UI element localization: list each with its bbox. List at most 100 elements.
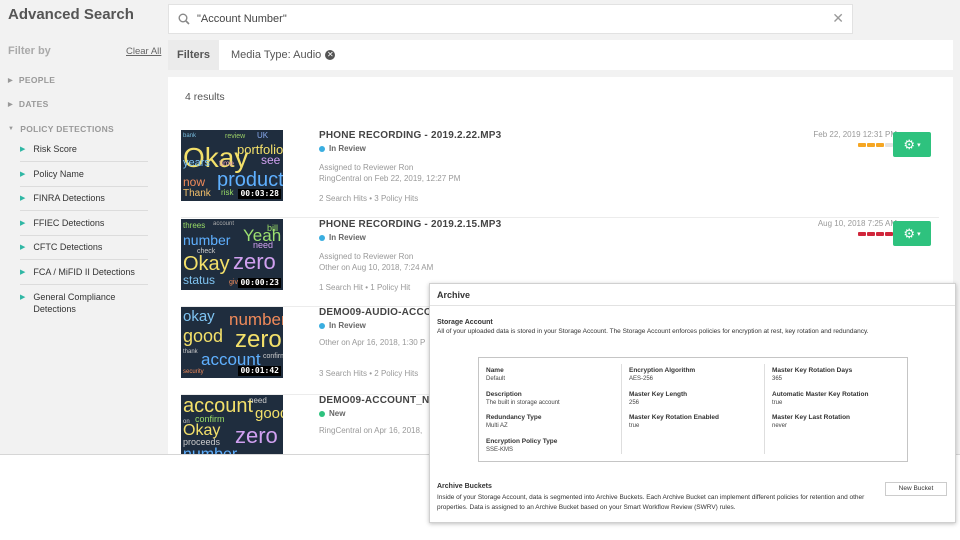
gear-icon: ⚙ — [903, 226, 916, 241]
active-filters-bar: Filters Media Type: Audio ✕ — [168, 40, 953, 70]
field-value: Multi AZ — [486, 423, 508, 429]
sidebar-item-label: Risk Score — [33, 144, 77, 154]
result-meta: RingCentral on Apr 16, 2018, — [319, 425, 422, 436]
caret-right-icon: ▶ — [20, 220, 26, 227]
status-label: New — [329, 409, 346, 418]
caret-right-icon: ▶ — [8, 101, 13, 108]
field-master-key-rotation-enabled: Master Key Rotation Enabled true — [629, 414, 719, 430]
actions-gear-button[interactable]: ⚙ ▾ — [893, 132, 931, 157]
sidebar-item-finra[interactable]: ▶ FINRA Detections — [20, 192, 150, 205]
result-title[interactable]: PHONE RECORDING - 2019.2.22.MP3 — [319, 130, 501, 141]
caret-right-icon: ▶ — [20, 294, 26, 301]
result-meta: Assigned to Reviewer Ron RingCentral on F… — [319, 162, 460, 184]
field-label: Description — [486, 391, 522, 398]
field-label: Automatic Master Key Rotation — [772, 391, 869, 398]
filter-chip-media-type[interactable]: Media Type: Audio ✕ — [231, 49, 336, 61]
clear-all-link[interactable]: Clear All — [126, 46, 161, 57]
status-dot — [319, 322, 325, 329]
search-input[interactable]: "Account Number" ✕ — [168, 4, 853, 34]
caret-right-icon: ▶ — [20, 146, 26, 153]
storage-account-details: Name Default Description The built in stor… — [478, 357, 908, 462]
result-meta: Other on Apr 16, 2018, 1:30 P — [319, 337, 425, 348]
field-description: Description The built in storage account — [486, 391, 560, 407]
field-label: Encryption Policy Type — [486, 438, 558, 445]
field-master-key-length: Master Key Length 256 — [629, 391, 687, 407]
result-title[interactable]: PHONE RECORDING - 2019.2.15.MP3 — [319, 219, 501, 230]
field-label: Master Key Rotation Enabled — [629, 414, 719, 421]
divider — [20, 235, 148, 236]
field-encryption-policy-type: Encryption Policy Type SSE-KMS — [486, 438, 557, 454]
result-date: Feb 22, 2019 12:31 PM — [813, 130, 897, 139]
sidebar-item-label: General Compliance Detections — [33, 292, 116, 314]
field-label: Encryption Algorithm — [629, 367, 696, 374]
sidebar-item-fca-mifid[interactable]: ▶ FCA / MiFID II Detections — [20, 266, 150, 279]
result-row[interactable]: bank review UK Okay portfolio years time… — [181, 130, 943, 218]
assigned-text: Assigned to Reviewer Ron — [319, 163, 414, 172]
divider — [20, 210, 148, 211]
field-encryption-algorithm: Encryption Algorithm AES-256 — [629, 367, 695, 383]
actions-gear-button[interactable]: ⚙ ▾ — [893, 221, 931, 246]
word-cloud-thumbnail[interactable]: bank review UK Okay portfolio years time… — [181, 130, 283, 201]
sidebar-item-label: FCA / MiFID II Detections — [33, 267, 135, 277]
field-value: never — [772, 423, 788, 429]
word-cloud-thumbnail[interactable]: threes account bill number Yeah check ne… — [181, 219, 283, 290]
new-bucket-button[interactable]: New Bucket — [885, 482, 947, 496]
sidebar-item-general-compliance[interactable]: ▶ General Compliance Detections — [20, 291, 150, 315]
results-count: 4 results — [185, 91, 225, 103]
caret-right-icon: ▶ — [8, 77, 13, 84]
chevron-down-icon: ▾ — [917, 231, 921, 239]
filter-chip-label: Media Type: Audio — [231, 49, 322, 61]
section-people[interactable]: ▶ PEOPLE — [8, 75, 55, 85]
section-policy-detections[interactable]: ▼ POLICY DETECTIONS — [8, 124, 114, 134]
status-label: In Review — [329, 233, 366, 242]
chevron-down-icon: ▾ — [917, 142, 921, 150]
search-icon — [178, 12, 190, 30]
source-text: RingCentral on Feb 22, 2019, 12:27 PM — [319, 174, 461, 183]
page-title: Advanced Search — [8, 6, 134, 23]
divider — [20, 186, 148, 187]
field-redundancy-type: Redundancy Type Multi AZ — [486, 414, 542, 430]
divider — [621, 364, 622, 454]
archive-buckets-title: Archive Buckets — [437, 483, 492, 490]
sidebar-item-policy-name[interactable]: ▶ Policy Name — [20, 168, 150, 181]
sidebar-item-cftc[interactable]: ▶ CFTC Detections — [20, 241, 150, 254]
field-value: The built in storage account — [486, 400, 560, 406]
hits-summary: 1 Search Hit • 1 Policy Hit — [319, 283, 411, 292]
status-badge: New — [319, 409, 345, 418]
duration-badge: 00:00:23 — [238, 278, 281, 288]
archive-panel: Archive Storage Account All of your uplo… — [429, 283, 956, 523]
field-label: Master Key Last Rotation — [772, 414, 851, 421]
search-value[interactable]: "Account Number" — [197, 13, 287, 25]
status-badge: In Review — [319, 321, 366, 330]
sidebar-item-label: FINRA Detections — [33, 193, 105, 203]
field-value: true — [629, 423, 640, 429]
section-label: DATES — [18, 99, 49, 109]
field-master-key-last-rotation: Master Key Last Rotation never — [772, 414, 850, 430]
word-cloud-thumbnail[interactable]: account need good on confirm Okay zero p… — [181, 395, 283, 454]
caret-right-icon: ▶ — [20, 195, 26, 202]
field-name: Name Default — [486, 367, 505, 383]
sidebar-item-label: CFTC Detections — [33, 242, 103, 252]
field-value: AES-256 — [629, 376, 654, 382]
storage-account-description: All of your uploaded data is stored in y… — [437, 328, 869, 335]
sidebar-item-ffiec[interactable]: ▶ FFIEC Detections — [20, 217, 150, 230]
close-icon[interactable]: ✕ — [832, 10, 844, 27]
field-automatic-master-key-rotation: Automatic Master Key Rotation true — [772, 391, 868, 407]
status-label: In Review — [329, 144, 366, 153]
caret-down-icon: ▼ — [8, 126, 15, 132]
section-dates[interactable]: ▶ DATES — [8, 99, 49, 109]
caret-right-icon: ▶ — [20, 269, 26, 276]
field-label: Master Key Rotation Days — [772, 367, 853, 374]
field-label: Redundancy Type — [486, 414, 542, 421]
caret-right-icon: ▶ — [20, 171, 26, 178]
field-label: Master Key Length — [629, 391, 688, 398]
status-label: In Review — [329, 321, 366, 330]
remove-filter-icon[interactable]: ✕ — [325, 50, 336, 60]
sidebar-item-risk-score[interactable]: ▶ Risk Score — [20, 143, 150, 156]
source-text: RingCentral on Apr 16, 2018, — [319, 426, 423, 435]
field-value: true — [772, 400, 783, 406]
archive-buckets-description: Inside of your Storage Account, data is … — [437, 494, 865, 511]
word-cloud-thumbnail[interactable]: okay number good zero thank account conf… — [181, 307, 283, 378]
status-dot — [319, 145, 325, 152]
hits-summary: 3 Search Hits • 2 Policy Hits — [319, 369, 419, 378]
